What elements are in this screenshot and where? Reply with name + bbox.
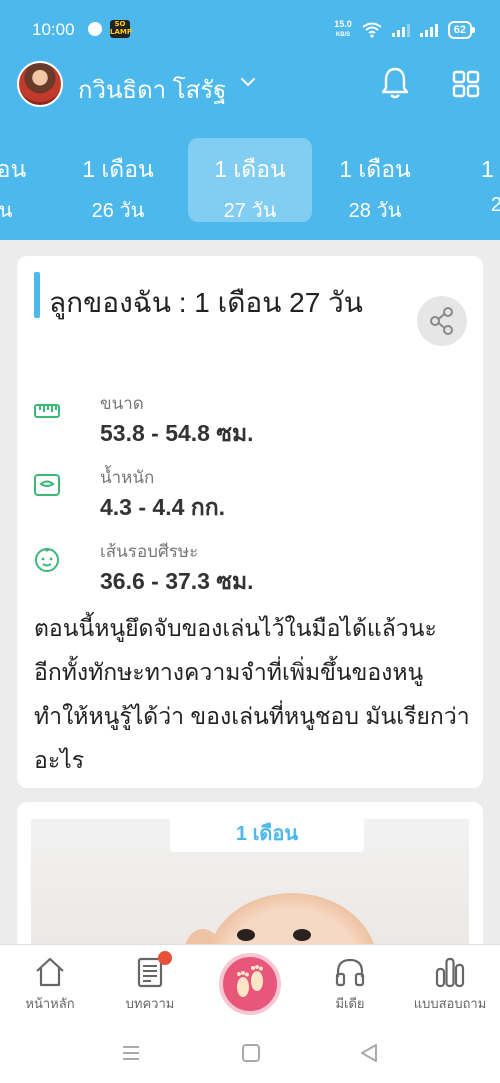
age-tab[interactable]: 1 เดือน 26 วัน xyxy=(56,138,180,222)
age-tabs: เดือน วัน 1 เดือน 26 วัน 1 เดือน 27 วัน … xyxy=(0,138,500,222)
photo-month-label: 1 เดือน xyxy=(170,816,364,852)
card-title: ลูกของฉัน : 1 เดือน 27 วัน xyxy=(49,287,363,318)
metric-value: 36.6 - 37.3 ซม. xyxy=(100,568,254,594)
profile-row: กวินธิดา โสรัฐ xyxy=(0,58,500,110)
home-system-icon[interactable] xyxy=(240,1042,262,1064)
nav-media[interactable]: มีเดีย xyxy=(310,945,390,1025)
month-photo-card[interactable]: 1 เดือน xyxy=(17,802,483,962)
age-tab[interactable]: 1 เด 29 xyxy=(440,138,500,222)
age-tab[interactable]: 1 เดือน 28 วัน xyxy=(313,138,437,222)
bell-icon[interactable] xyxy=(380,66,410,100)
nav-home[interactable]: หน้าหลัก xyxy=(10,945,90,1025)
back-icon[interactable] xyxy=(358,1042,380,1064)
signal-icon xyxy=(391,23,410,37)
nav-quiz[interactable]: แบบสอบถาม xyxy=(405,945,495,1025)
signal-icon-2 xyxy=(419,23,438,37)
metric-weight: น้ำหนัก 4.3 - 4.4 กก. xyxy=(34,464,454,524)
home-icon xyxy=(36,957,64,987)
system-navigation-bar xyxy=(0,1024,500,1083)
development-description: ตอนนี้หนูยึดจับของเล่นไว้ในมือได้แล้วนะ … xyxy=(34,615,470,773)
grid-menu-icon[interactable] xyxy=(452,70,480,98)
metric-value: 53.8 - 54.8 ซม. xyxy=(100,420,254,446)
baby-eye xyxy=(237,929,255,941)
bottom-navigation: หน้าหลัก บทความ มีเดีย แบบสอบถาม xyxy=(0,944,500,1024)
metric-head-circumference: เส้นรอบศีรษะ 36.6 - 37.3 ซม. xyxy=(34,538,454,598)
share-icon xyxy=(430,307,453,335)
baby-face-icon xyxy=(35,548,59,572)
network-speed: 15.0 KB/S xyxy=(334,19,352,39)
status-indicators: 15.0 KB/S 62 xyxy=(334,19,476,40)
chevron-down-icon[interactable] xyxy=(240,74,256,90)
footprint-button[interactable] xyxy=(219,953,281,1015)
baby-eye xyxy=(293,929,311,941)
title-accent-bar xyxy=(34,272,40,318)
headphones-icon xyxy=(335,958,365,987)
recent-apps-icon[interactable] xyxy=(120,1042,142,1064)
notification-badge xyxy=(158,951,172,965)
header: 10:00 SO LAMP 15.0 KB/S 62 กวินธิดา โสรั… xyxy=(0,0,500,240)
footprints-icon xyxy=(237,965,263,997)
app-notification-icon: SO LAMP xyxy=(110,20,132,38)
age-tab[interactable]: เดือน วัน xyxy=(0,138,62,222)
battery-indicator: 62 xyxy=(447,21,476,39)
metric-label: น้ำหนัก xyxy=(100,468,155,487)
metric-label: ขนาด xyxy=(100,394,144,413)
chrome-notification-icon xyxy=(88,22,102,36)
avatar[interactable] xyxy=(17,61,63,107)
metric-value: 4.3 - 4.4 กก. xyxy=(100,494,226,520)
status-bar: 10:00 SO LAMP 15.0 KB/S 62 xyxy=(0,0,500,58)
wifi-icon xyxy=(362,22,382,38)
metric-size: ขนาด 53.8 - 54.8 ซม. xyxy=(34,390,454,450)
nav-articles[interactable]: บทความ xyxy=(110,945,190,1025)
share-button[interactable] xyxy=(417,296,467,346)
age-tab-active[interactable]: 1 เดือน 27 วัน xyxy=(188,138,312,222)
baby-info-card: ลูกของฉัน : 1 เดือน 27 วัน ขนาด 53.8 - 5… xyxy=(17,256,483,788)
profile-name[interactable]: กวินธิดา โสรัฐ xyxy=(78,70,226,109)
status-time: 10:00 xyxy=(32,20,75,39)
ruler-icon xyxy=(34,404,60,418)
scale-icon xyxy=(34,474,60,496)
bar-chart-icon xyxy=(435,957,465,988)
metric-label: เส้นรอบศีรษะ xyxy=(100,542,199,561)
